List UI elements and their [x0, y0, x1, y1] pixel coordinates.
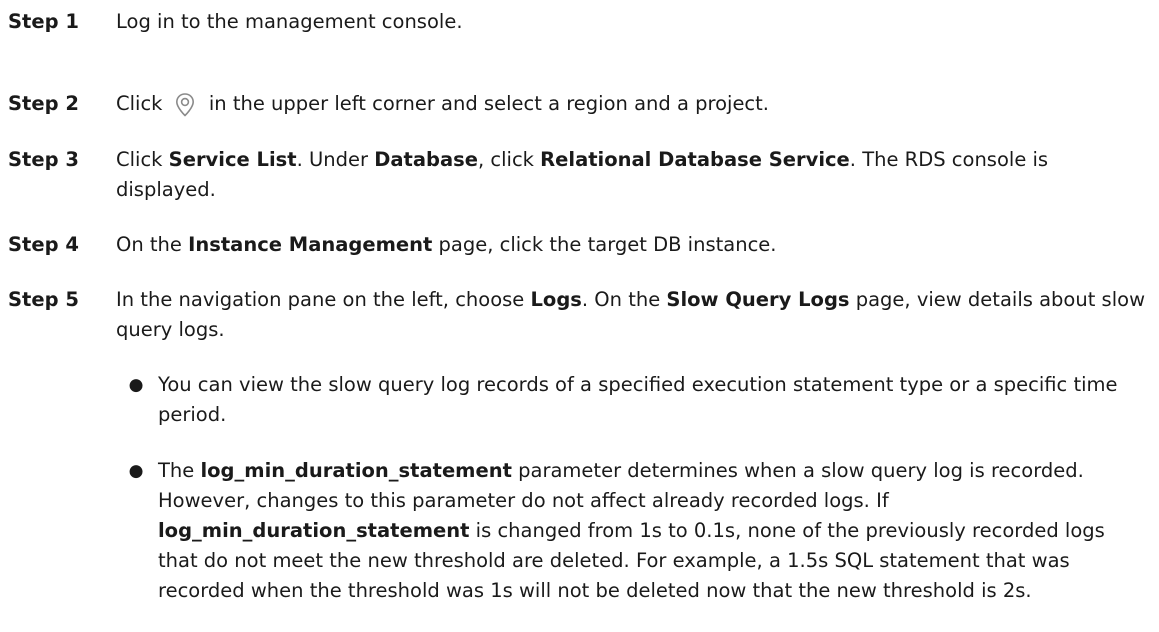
bold-term: log_min_duration_statement — [158, 519, 470, 542]
bold-term: Instance Management — [188, 233, 433, 256]
bold-term: Relational Database Service — [540, 148, 850, 171]
step-label: Step 3 — [8, 148, 79, 171]
step-5: Step 5 In the navigation pane on the lef… — [8, 285, 1148, 345]
text-run: You can view the slow query log records … — [158, 373, 1118, 426]
text-run: Click — [116, 148, 169, 171]
step-label: Step 1 — [8, 10, 79, 33]
list-item: ● You can view the slow query log record… — [128, 370, 1148, 430]
step-text: On the Instance Management page, click t… — [116, 230, 1148, 260]
bold-term: Slow Query Logs — [666, 288, 850, 311]
step-text: Click in the upper left corner and selec… — [116, 89, 1148, 120]
text-run: The — [158, 459, 201, 482]
step-label: Step 2 — [8, 92, 79, 115]
list-item-text: You can view the slow query log records … — [158, 373, 1118, 426]
step-label: Step 5 — [8, 288, 79, 311]
step-text: In the navigation pane on the left, choo… — [116, 285, 1148, 345]
text-run: page, click the target DB instance. — [432, 233, 777, 256]
bold-term: Database — [374, 148, 478, 171]
step-1: Step 1 Log in to the management console. — [8, 7, 1148, 37]
bullet-marker: ● — [128, 461, 144, 481]
list-item: ● The log_min_duration_statement paramet… — [128, 456, 1148, 606]
step-3: Step 3 Click Service List. Under Databas… — [8, 145, 1148, 205]
step-5-bullet-list: ● You can view the slow query log record… — [128, 370, 1148, 430]
document-page: Step 1 Log in to the management console.… — [0, 0, 1159, 632]
step-text-before-icon: Click — [116, 92, 169, 115]
bold-term: Logs — [530, 288, 582, 311]
step-5-bullet-list: ● The log_min_duration_statement paramet… — [128, 456, 1148, 606]
text-run: . Under — [296, 148, 375, 171]
text-run: . On the — [581, 288, 667, 311]
text-run: In the navigation pane on the left, choo… — [116, 288, 531, 311]
text-run: On the — [116, 233, 189, 256]
bold-term: log_min_duration_statement — [200, 459, 512, 482]
step-text: Log in to the management console. — [116, 7, 1148, 37]
bullet-marker: ● — [128, 375, 144, 395]
text-run: Log in to the management console. — [116, 10, 463, 33]
list-item-text: The log_min_duration_statement parameter… — [158, 459, 1105, 602]
step-4: Step 4 On the Instance Management page, … — [8, 230, 1148, 260]
bold-term: Service List — [168, 148, 297, 171]
step-label: Step 4 — [8, 233, 79, 256]
location-pin-icon — [170, 90, 200, 120]
step-text-after-icon: in the upper left corner and select a re… — [202, 92, 770, 115]
step-text: Click Service List. Under Database, clic… — [116, 145, 1148, 205]
text-run: , click — [477, 148, 541, 171]
step-2: Step 2 Click in the upper left corner an… — [8, 89, 1148, 120]
